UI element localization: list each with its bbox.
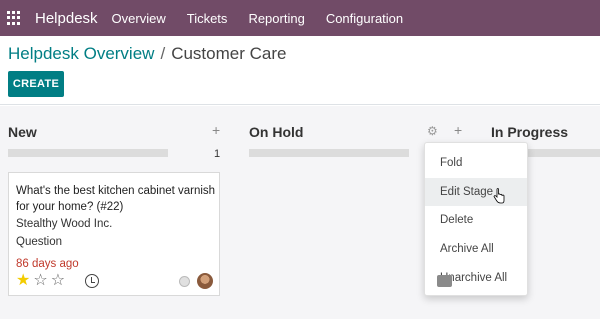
app-brand[interactable]: Helpdesk (35, 10, 98, 27)
column-title-on-hold: On Hold (249, 124, 304, 140)
avatar[interactable] (197, 273, 213, 289)
nav-configuration[interactable]: Configuration (326, 11, 403, 26)
add-to-on-hold-icon[interactable]: + (454, 122, 462, 138)
ticket-card[interactable]: What's the best kitchen cabinet varnish … (8, 172, 220, 296)
breadcrumb-current: Customer Care (171, 44, 287, 63)
star-filled-icon[interactable]: ★ (16, 273, 30, 289)
kanban-state-dot[interactable] (179, 276, 190, 287)
star-empty-icon[interactable]: ☆ (33, 273, 47, 289)
gear-icon[interactable]: ⚙ (427, 124, 438, 138)
clock-icon[interactable] (85, 274, 99, 288)
column-title-new: New (8, 124, 37, 140)
stage-dropdown-menu: Fold Edit Stage Delete Archive All Unarc… (424, 142, 528, 296)
ticket-age: 86 days ago (16, 258, 79, 270)
star-empty-icon[interactable]: ☆ (51, 273, 65, 289)
hand-cursor-icon (493, 188, 505, 204)
column-progress-on-hold (249, 149, 409, 157)
column-count-new: 1 (214, 148, 221, 160)
breadcrumb-parent[interactable]: Helpdesk Overview (8, 44, 154, 63)
top-navbar: Helpdesk Overview Tickets Reporting Conf… (0, 0, 600, 36)
menu-item-delete[interactable]: Delete (425, 206, 527, 234)
column-progress-new (8, 149, 168, 157)
breadcrumb: Helpdesk Overview / Customer Care (8, 44, 286, 64)
breadcrumb-separator: / (160, 44, 166, 63)
control-panel: Helpdesk Overview / Customer Care CREATE (0, 36, 600, 105)
apps-menu-icon[interactable] (7, 11, 21, 25)
priority-stars: ★ ☆ ☆ (16, 273, 65, 289)
ticket-title: What's the best kitchen cabinet varnish … (16, 185, 216, 213)
add-to-new-icon[interactable]: + (212, 122, 220, 138)
ticket-type: Question (16, 236, 63, 248)
menu-item-fold[interactable]: Fold (425, 149, 527, 177)
column-title-in-progress: In Progress (491, 124, 569, 140)
nav-tickets[interactable]: Tickets (187, 11, 228, 26)
nav-reporting[interactable]: Reporting (248, 11, 304, 26)
nav-overview[interactable]: Overview (112, 11, 166, 26)
drag-handle-icon (437, 275, 452, 287)
menu-item-archive-all[interactable]: Archive All (425, 235, 527, 263)
create-button[interactable]: CREATE (8, 71, 64, 97)
menu-item-edit-stage[interactable]: Edit Stage (425, 178, 527, 206)
ticket-customer: Stealthy Wood Inc. (16, 218, 113, 230)
